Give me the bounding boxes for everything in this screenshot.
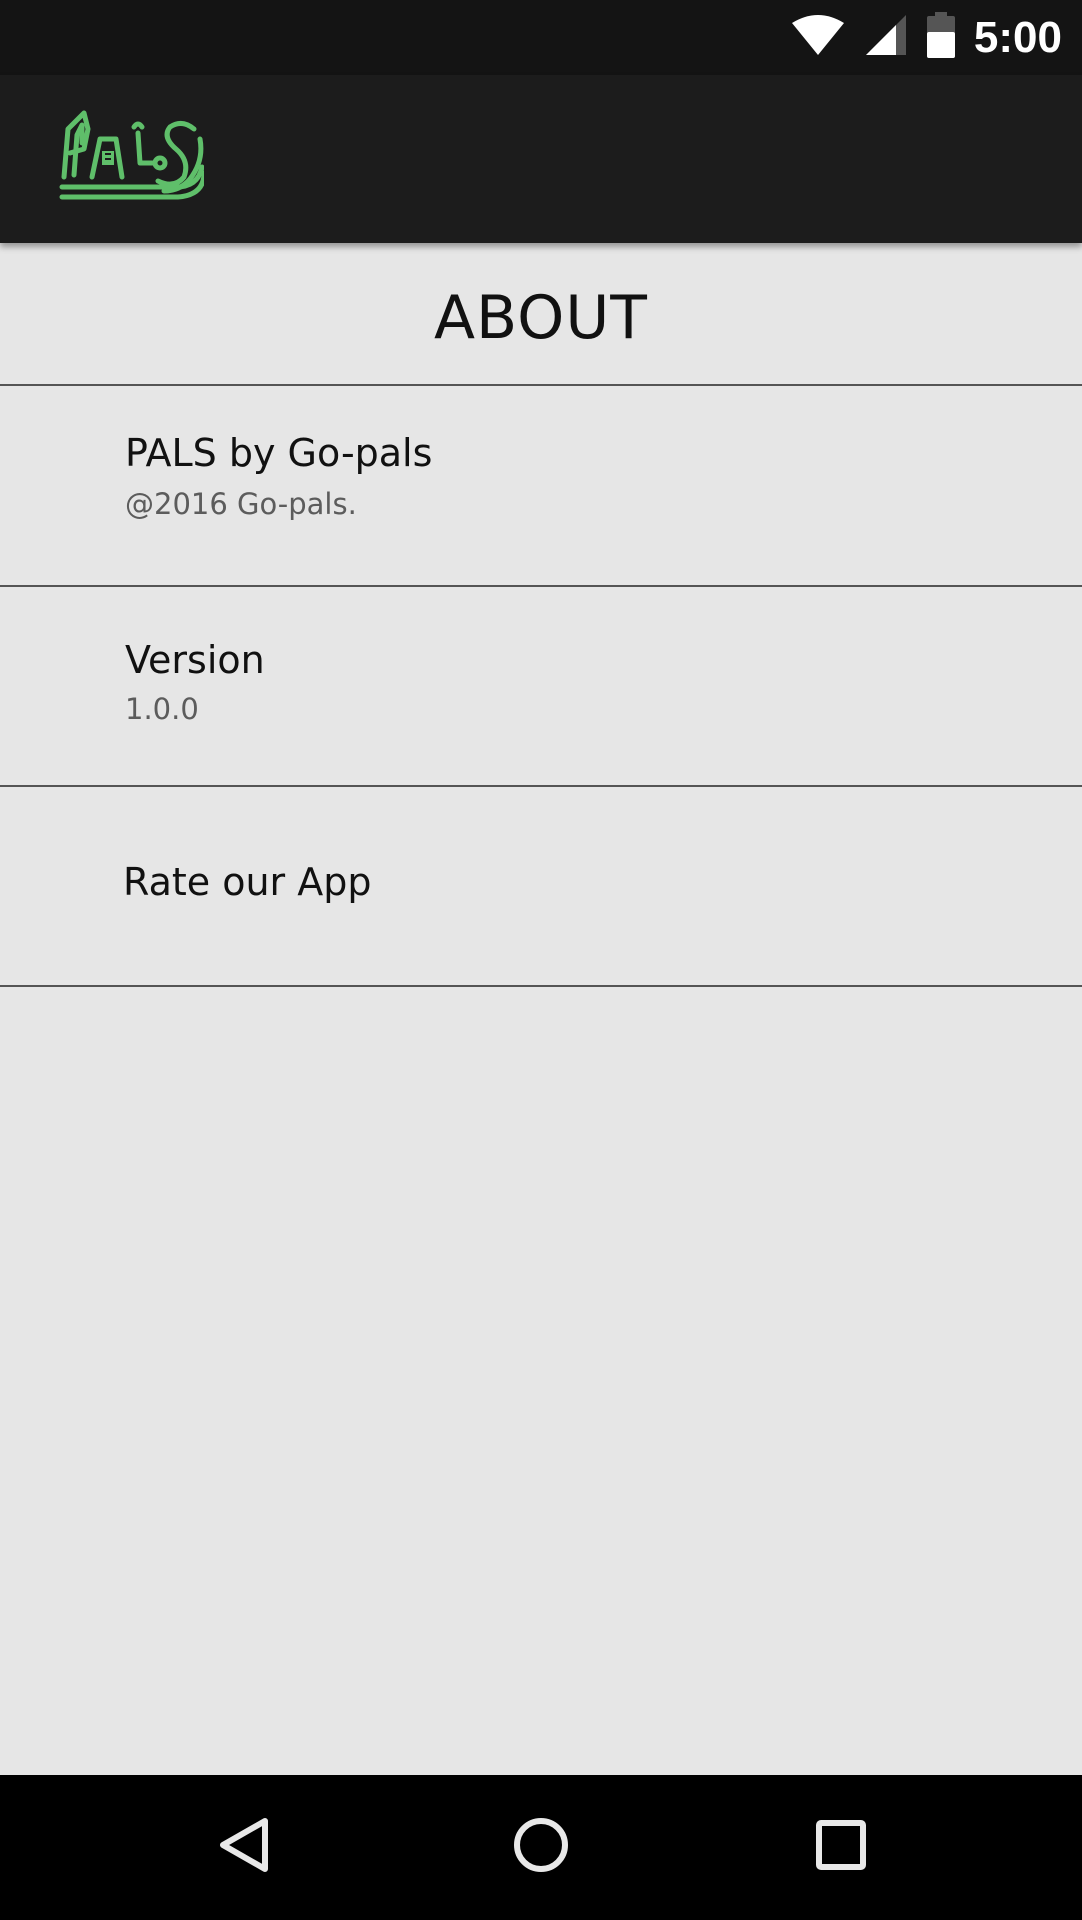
list-item-rate-app[interactable]: Rate our App: [0, 786, 1082, 984]
home-icon: [511, 1815, 571, 1880]
app-name-label: PALS by Go-pals: [125, 431, 433, 475]
wifi-icon: [790, 13, 846, 62]
page-title: ABOUT: [434, 283, 648, 353]
divider: [0, 985, 1082, 987]
pals-logo: [58, 105, 207, 205]
navigation-bar: [0, 1775, 1082, 1920]
status-time: 5:00: [973, 12, 1062, 62]
app-bar: [0, 75, 1082, 243]
back-icon: [213, 1815, 273, 1880]
rate-app-label: Rate our App: [123, 860, 372, 904]
back-button[interactable]: [191, 1795, 295, 1899]
recents-icon: [811, 1815, 871, 1880]
status-bar: 5:00: [0, 0, 1082, 75]
status-icons: 5:00: [790, 0, 1062, 75]
list-item-app-info[interactable]: PALS by Go-pals @2016 Go-pals.: [0, 385, 1082, 583]
home-button[interactable]: [489, 1795, 593, 1899]
cellular-signal-icon: [864, 13, 908, 62]
version-label: Version: [125, 638, 265, 682]
recents-button[interactable]: [789, 1795, 893, 1899]
about-content: ABOUT PALS by Go-pals @2016 Go-pals. Ver…: [0, 243, 1082, 1775]
list-item-version[interactable]: Version 1.0.0: [0, 586, 1082, 784]
copyright-label: @2016 Go-pals.: [125, 487, 357, 521]
battery-icon: [926, 12, 956, 63]
version-value: 1.0.0: [125, 692, 199, 726]
